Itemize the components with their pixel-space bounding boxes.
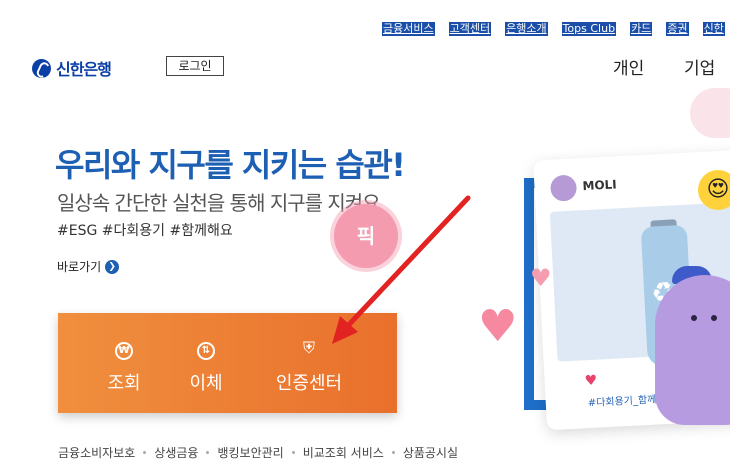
quick-menu-label: 이체: [189, 373, 223, 394]
footer-links: 금융소비자보호 상생금융 뱅킹보안관리 비교조회 서비스 상품공시실: [58, 444, 458, 461]
heart-small-icon: ♥: [530, 264, 552, 292]
hero-subtitle: 일상속 간단한 실천을 통해 지구를 지켜요: [57, 191, 381, 215]
top-link-tops-club[interactable]: Tops Club: [561, 22, 617, 36]
top-link-card[interactable]: 카드: [630, 22, 653, 36]
top-link-bank-intro[interactable]: 은행소개: [505, 22, 548, 36]
footer-link-security[interactable]: 뱅킹보안관리: [217, 444, 283, 461]
pick-badge: 픽: [334, 204, 398, 268]
nav-corporate[interactable]: 기업: [684, 54, 715, 79]
logo-text: 신한은행: [56, 60, 112, 79]
more-link-label: 바로가기: [57, 260, 102, 274]
avatar: [549, 174, 578, 202]
quick-menu-inquiry[interactable]: ₩ 조회: [104, 337, 144, 395]
card-hashtag: #다회용기_함께: [587, 394, 657, 410]
top-link-shinhan[interactable]: 신한: [702, 22, 725, 36]
heart-icon: ♥: [584, 372, 598, 390]
footer-link-compare[interactable]: 비교조회 서비스: [303, 444, 384, 461]
footer-link-win-win[interactable]: 상생금융: [154, 444, 198, 461]
divider: [391, 451, 395, 454]
mascot-eye: [711, 315, 717, 321]
quick-menu-label: 인증센터: [275, 373, 343, 394]
won-search-icon: ₩: [104, 337, 144, 360]
footer-link-consumer-protection[interactable]: 금융소비자보호: [58, 444, 135, 461]
transfer-icon: ⇅: [186, 337, 226, 360]
chevron-right-icon: ❯: [105, 259, 120, 274]
decorative-blob: [690, 88, 730, 138]
top-link-customer-center[interactable]: 고객센터: [448, 22, 492, 36]
login-button[interactable]: 로그인: [166, 56, 224, 76]
quick-menu: ₩ 조회 ⇅ 이체 ⛨ 인증센터: [58, 313, 397, 413]
divider: [291, 451, 295, 454]
hero-more-link[interactable]: 바로가기 ❯: [57, 258, 120, 275]
divider: [206, 451, 210, 454]
nav-personal[interactable]: 개인: [613, 54, 644, 79]
hero-title: 우리와 지구를 지키는 습관!: [55, 146, 406, 184]
hero-tags: #ESG #다회용기 #함께해요: [57, 223, 233, 239]
quick-menu-transfer[interactable]: ⇅ 이체: [186, 337, 226, 395]
pick-badge-label: 픽: [356, 224, 376, 248]
mascot-character: [655, 275, 730, 425]
quick-menu-label: 조회: [107, 373, 141, 394]
shinhan-logo[interactable]: 신한은행: [32, 56, 112, 80]
quick-menu-certification[interactable]: ⛨ 인증센터: [268, 337, 350, 395]
heart-eyes-emoji-icon: 😍: [698, 170, 730, 210]
card-username: MOLI: [582, 177, 618, 194]
top-utility-links: 금융서비스 고객센터 은행소개 Tops Club 카드 증권 신한: [382, 22, 730, 36]
top-link-finance[interactable]: 금융서비스: [382, 22, 435, 36]
shinhan-logo-icon: [32, 58, 51, 78]
divider: [143, 451, 147, 454]
shield-icon: ⛨: [302, 338, 315, 357]
mascot-eye: [691, 315, 697, 321]
heart-big-icon: ♥: [478, 301, 518, 352]
top-link-securities[interactable]: 증권: [666, 22, 689, 36]
footer-link-product-disclosure[interactable]: 상품공시실: [403, 444, 458, 461]
